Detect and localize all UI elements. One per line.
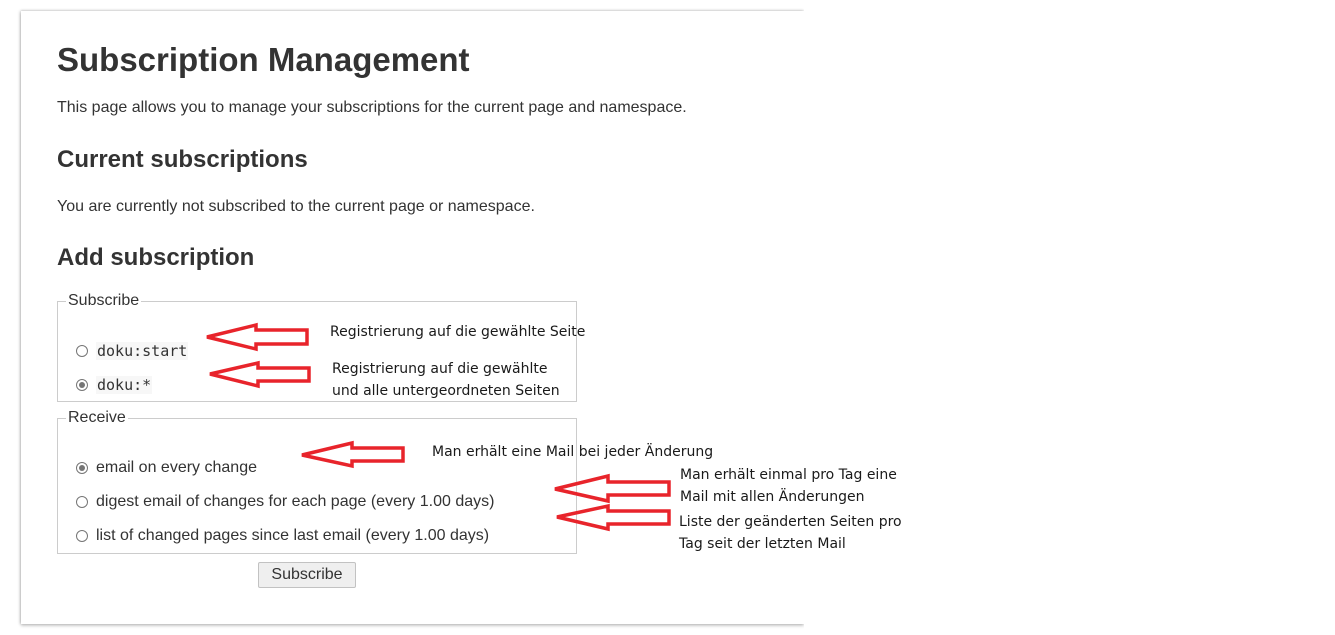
radio-every-change[interactable]	[76, 462, 88, 474]
radio-doku-namespace[interactable]	[76, 379, 88, 391]
annotation-note: Man erhält eine Mail bei jeder Änderung	[432, 444, 714, 460]
radio-digest[interactable]	[76, 496, 88, 508]
annotation-note: Liste der geänderten Seiten pro Tag seit…	[679, 514, 902, 552]
page-title: Subscription Management	[57, 41, 470, 78]
subscribe-legend: Subscribe	[68, 292, 140, 309]
receive-option-list[interactable]: list of changed pages since last email (…	[76, 527, 489, 545]
option-label: list of changed pages since last email (…	[96, 527, 490, 544]
current-subscriptions-heading: Current subscriptions	[57, 146, 308, 173]
subscribe-button[interactable]: Subscribe	[258, 562, 356, 588]
receive-option-digest[interactable]: digest email of changes for each page (e…	[76, 493, 494, 511]
option-label: digest email of changes for each page (e…	[96, 493, 495, 510]
option-label: doku:start	[96, 342, 189, 360]
option-label: doku:*	[96, 376, 153, 394]
option-label: email on every change	[96, 459, 257, 476]
subscribe-option-page[interactable]: doku:start	[76, 342, 189, 360]
radio-list[interactable]	[76, 530, 88, 542]
radio-doku-start[interactable]	[76, 345, 88, 357]
annotation-note: Registrierung auf die gewählte Seite	[330, 324, 586, 340]
receive-option-every[interactable]: email on every change	[76, 459, 257, 477]
annotation-note: Man erhält einmal pro Tag eine Mail mit …	[680, 467, 897, 505]
annotation-note: Registrierung auf die gewählte und alle …	[332, 361, 560, 399]
subscribe-option-namespace[interactable]: doku:*	[76, 376, 153, 394]
receive-fieldset: Receive email on every change digest ema…	[57, 409, 577, 554]
add-subscription-heading: Add subscription	[57, 244, 255, 271]
current-subscriptions-text: You are currently not subscribed to the …	[57, 198, 535, 215]
receive-legend: Receive	[68, 409, 126, 426]
intro-text: This page allows you to manage your subs…	[57, 99, 687, 116]
